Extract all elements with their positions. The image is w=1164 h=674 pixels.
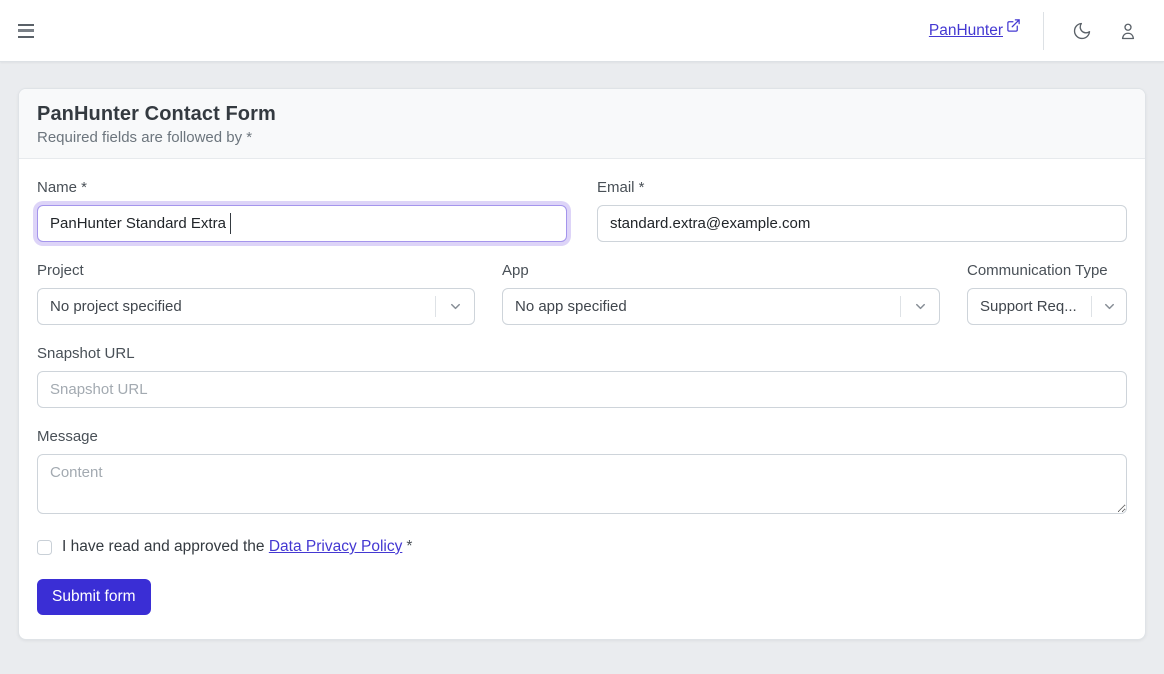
required-fields-note: Required fields are followed by * [37,129,1127,146]
panhunter-link[interactable]: PanHunter [929,22,1021,40]
row-snapshot-url: Snapshot URL [37,345,1127,408]
consent-required-asterisk: * [406,538,412,555]
moon-icon [1072,21,1092,41]
consent-row: I have read and approved the Data Privac… [37,538,1127,556]
snapshot-url-input[interactable] [37,371,1127,408]
message-textarea[interactable] [37,454,1127,514]
snapshot-url-field-group: Snapshot URL [37,345,1127,408]
app-label: App [502,262,940,279]
consent-text: I have read and approved the Data Privac… [62,538,412,556]
row-selects: Project No project specified App No app … [37,262,1127,325]
app-select[interactable]: No app specified [502,288,940,325]
topbar-right: PanHunter [929,12,1144,50]
name-input[interactable] [37,205,567,242]
account-button[interactable] [1112,15,1144,47]
app-select-value: No app specified [515,298,900,315]
communication-type-select-value: Support Req... [980,298,1091,315]
project-label: Project [37,262,475,279]
topbar: PanHunter [0,0,1164,62]
communication-type-field-group: Communication Type Support Req... [967,262,1127,325]
row-name-email: Name * Email * [37,179,1127,242]
submit-button[interactable]: Submit form [37,579,151,615]
text-caret [230,213,231,234]
topbar-divider [1043,12,1044,50]
snapshot-url-label: Snapshot URL [37,345,1127,362]
message-field-group: Message [37,428,1127,514]
name-label: Name * [37,179,567,196]
communication-type-select[interactable]: Support Req... [967,288,1127,325]
data-privacy-policy-link[interactable]: Data Privacy Policy [269,538,403,555]
theme-toggle-button[interactable] [1066,15,1098,47]
contact-form-card: PanHunter Contact Form Required fields a… [18,88,1146,640]
email-label: Email * [597,179,1127,196]
app-field-group: App No app specified [502,262,940,325]
communication-type-label: Communication Type [967,262,1127,279]
user-icon [1118,21,1138,41]
name-input-wrap [37,205,567,242]
hamburger-menu-icon[interactable] [18,19,42,43]
panhunter-link-label: PanHunter [929,22,1003,40]
project-select[interactable]: No project specified [37,288,475,325]
project-field-group: Project No project specified [37,262,475,325]
card-body: Name * Email * Project No project specif… [19,159,1145,639]
card-header: PanHunter Contact Form Required fields a… [19,89,1145,159]
external-link-icon [1006,18,1021,33]
chevron-down-icon [448,299,463,314]
privacy-checkbox[interactable] [37,540,52,555]
project-select-value: No project specified [50,298,435,315]
page-title: PanHunter Contact Form [37,103,1127,126]
email-field-group: Email * [597,179,1127,242]
row-message: Message [37,428,1127,514]
name-field-group: Name * [37,179,567,242]
email-input[interactable] [597,205,1127,242]
chevron-down-icon [913,299,928,314]
chevron-down-icon [1102,299,1117,314]
message-label: Message [37,428,1127,445]
consent-text-before: I have read and approved the [62,538,265,555]
